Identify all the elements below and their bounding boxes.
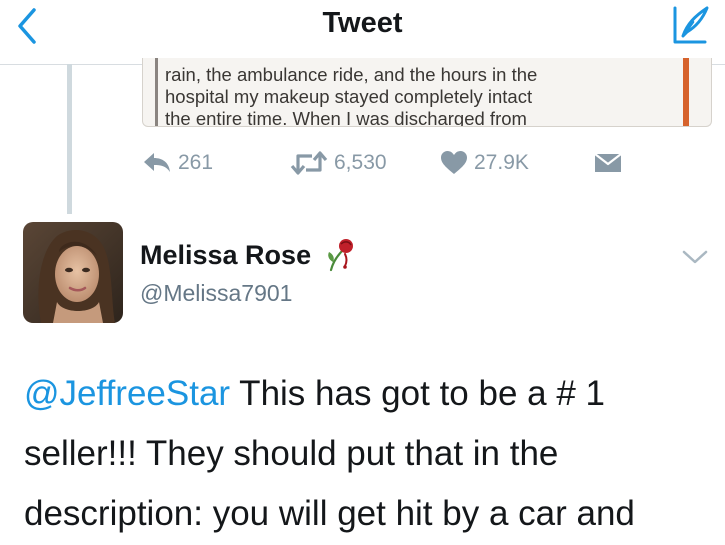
compose-feather-icon	[673, 6, 709, 44]
reply-count: 261	[178, 151, 214, 174]
tweet-line: @JeffreeStar This has got to be a # 1	[24, 364, 714, 424]
page-title: Tweet	[322, 7, 403, 39]
tweet-menu-button[interactable]	[680, 244, 710, 268]
navigation-bar: Tweet	[0, 0, 725, 65]
tweet-text: @JeffreeStar This has got to be a # 1 se…	[24, 364, 714, 544]
author-name[interactable]: Melissa Rose	[140, 240, 311, 271]
image-right-edge	[683, 58, 689, 126]
compose-tweet-button[interactable]	[669, 4, 711, 48]
avatar[interactable]	[23, 222, 123, 323]
retweet-icon	[290, 151, 328, 175]
reply-button[interactable]: 261	[142, 143, 213, 183]
tweet-line: seller!!! They should put that in the	[24, 434, 559, 473]
image-text-line: hospital my makeup stayed completely int…	[165, 86, 533, 107]
like-button[interactable]: 27.9K	[440, 143, 529, 183]
tweet-line-text: This has got to be a # 1	[230, 374, 605, 413]
direct-message-icon	[594, 153, 622, 172]
tweet-actions: 261 6,530 27.9K	[0, 143, 725, 183]
image-text: rain, the ambulance ride, and the hours …	[165, 64, 685, 127]
wilted-rose-emoji	[328, 239, 353, 272]
image-text-line: rain, the ambulance ride, and the hours …	[165, 64, 538, 85]
author-handle[interactable]: @Melissa7901	[140, 280, 292, 307]
profile-photo	[23, 222, 123, 323]
mention-link[interactable]: @JeffreeStar	[24, 374, 230, 413]
thread-connector-line	[67, 64, 72, 214]
tweet-line: description: you will get hit by a car a…	[24, 494, 635, 533]
image-text-line: the entire time. When I was discharged f…	[165, 108, 527, 127]
retweet-count: 6,530	[334, 151, 387, 174]
image-left-edge	[155, 58, 158, 126]
attached-image[interactable]: rain, the ambulance ride, and the hours …	[142, 58, 712, 127]
chevron-down-icon	[682, 250, 708, 264]
like-count: 27.9K	[474, 151, 529, 174]
direct-message-button[interactable]	[593, 143, 623, 183]
retweet-button[interactable]: 6,530	[290, 143, 387, 183]
reply-icon	[144, 153, 170, 172]
like-icon	[441, 151, 467, 174]
